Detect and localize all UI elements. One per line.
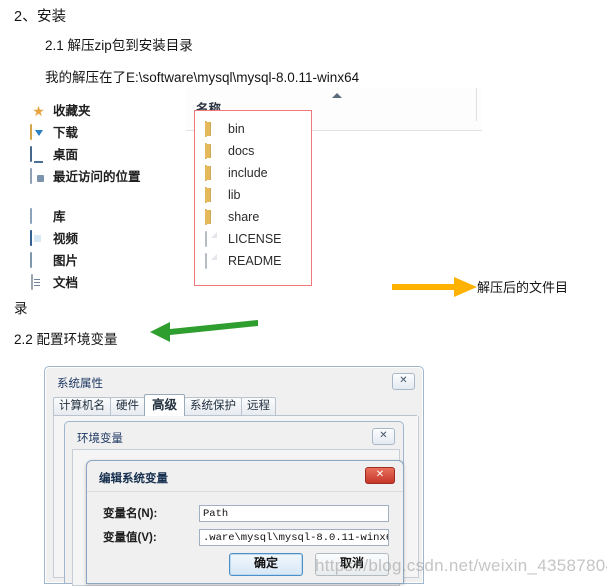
library-icon bbox=[30, 208, 47, 225]
variable-value-input[interactable]: .ware\mysql\mysql-8.0.11-winx64\bin; bbox=[199, 528, 389, 546]
nav-label: 视频 bbox=[53, 231, 79, 246]
nav-item-recent-places[interactable]: 最近访问的位置 bbox=[30, 166, 180, 188]
file-icon bbox=[205, 252, 221, 269]
ok-button[interactable]: 确定 bbox=[229, 553, 303, 576]
list-item[interactable]: docs bbox=[205, 140, 311, 162]
tab-system-protection[interactable]: 系统保护 bbox=[184, 397, 243, 416]
list-item[interactable]: README bbox=[205, 250, 311, 272]
file-icon bbox=[205, 230, 221, 247]
video-icon bbox=[30, 230, 47, 247]
file-name: README bbox=[228, 254, 282, 268]
folder-icon bbox=[205, 164, 221, 181]
extracted-files-highlight-box: bin docs include lib share LICENSE READM… bbox=[194, 110, 312, 286]
nav-item-videos[interactable]: 视频 bbox=[30, 228, 180, 250]
nav-label: 最近访问的位置 bbox=[53, 169, 141, 184]
navigation-pane: ★ 收藏夹 下载 桌面 最近访问的位置 库 视频 图片 文档 bbox=[30, 100, 180, 294]
watermark: https://blog.csdn.net/weixin_43587804 bbox=[315, 556, 607, 575]
variable-name-label: 变量名(N): bbox=[103, 508, 158, 520]
title-separator bbox=[87, 491, 403, 492]
file-name: include bbox=[228, 166, 268, 180]
nav-label: 收藏夹 bbox=[53, 103, 91, 118]
nav-label: 下载 bbox=[53, 125, 79, 140]
nav-item-libraries[interactable]: 库 bbox=[30, 206, 180, 228]
close-icon[interactable]: ✕ bbox=[365, 467, 395, 484]
list-item[interactable]: bin bbox=[205, 118, 311, 140]
file-name: bin bbox=[228, 122, 245, 136]
recent-places-icon bbox=[30, 168, 47, 185]
folder-icon bbox=[205, 120, 221, 137]
folder-icon bbox=[205, 142, 221, 159]
close-icon[interactable]: ✕ bbox=[372, 428, 395, 445]
orange-annotation-label: 解压后的文件目 bbox=[477, 280, 569, 295]
section-heading-2-2: 2.2 配置环境变量 bbox=[14, 332, 118, 347]
list-item[interactable]: LICENSE bbox=[205, 228, 311, 250]
list-item[interactable]: include bbox=[205, 162, 311, 184]
nav-item-pictures[interactable]: 图片 bbox=[30, 250, 180, 272]
wrapped-text-char: 录 bbox=[14, 301, 28, 316]
document-icon bbox=[30, 274, 47, 291]
green-arrow-icon bbox=[150, 320, 258, 342]
tab-advanced[interactable]: 高级 bbox=[144, 394, 186, 416]
sort-ascending-icon bbox=[332, 93, 342, 98]
star-icon: ★ bbox=[32, 103, 45, 119]
list-item[interactable]: share bbox=[205, 206, 311, 228]
nav-item-desktop[interactable]: 桌面 bbox=[30, 144, 180, 166]
tab-hardware[interactable]: 硬件 bbox=[110, 397, 145, 416]
panel-divider bbox=[476, 88, 477, 121]
nav-label: 文档 bbox=[53, 275, 79, 290]
dialog-title: 编辑系统变量 bbox=[99, 473, 168, 485]
tab-computer-name[interactable]: 计算机名 bbox=[53, 397, 111, 416]
download-folder-icon bbox=[30, 124, 47, 141]
extract-path-note: 我的解压在了E:\software\mysql\mysql-8.0.11-win… bbox=[45, 70, 360, 85]
nav-item-favorites[interactable]: ★ 收藏夹 bbox=[30, 100, 180, 122]
dialog-title: 环境变量 bbox=[77, 433, 123, 445]
picture-icon bbox=[30, 252, 47, 269]
orange-arrow-icon bbox=[392, 277, 477, 297]
tabstrip: 计算机名 硬件 高级 系统保护 远程 bbox=[53, 394, 277, 416]
tab-remote[interactable]: 远程 bbox=[241, 397, 277, 416]
variable-name-row: 变量名(N): Path bbox=[103, 503, 389, 523]
folder-icon bbox=[205, 208, 221, 225]
list-item[interactable]: lib bbox=[205, 184, 311, 206]
section-heading-2-1: 2.1 解压zip包到安装目录 bbox=[45, 38, 193, 53]
nav-label: 库 bbox=[53, 209, 66, 224]
dialog-title: 系统属性 bbox=[57, 378, 103, 390]
nav-item-documents[interactable]: 文档 bbox=[30, 272, 180, 294]
variable-value-label: 变量值(V): bbox=[103, 532, 157, 544]
variable-name-input[interactable]: Path bbox=[199, 504, 389, 522]
close-icon[interactable]: ✕ bbox=[392, 373, 415, 390]
nav-item-downloads[interactable]: 下载 bbox=[30, 122, 180, 144]
desktop-monitor-icon bbox=[30, 146, 47, 163]
file-name: share bbox=[228, 210, 260, 224]
variable-value-row: 变量值(V): .ware\mysql\mysql-8.0.11-winx64\… bbox=[103, 527, 389, 547]
folder-icon bbox=[205, 186, 221, 203]
nav-label: 桌面 bbox=[53, 147, 79, 162]
file-name: docs bbox=[228, 144, 255, 158]
file-name: LICENSE bbox=[228, 232, 282, 246]
file-name: lib bbox=[228, 188, 241, 202]
page-title: 2、安装 bbox=[14, 9, 67, 25]
nav-label: 图片 bbox=[53, 253, 79, 268]
